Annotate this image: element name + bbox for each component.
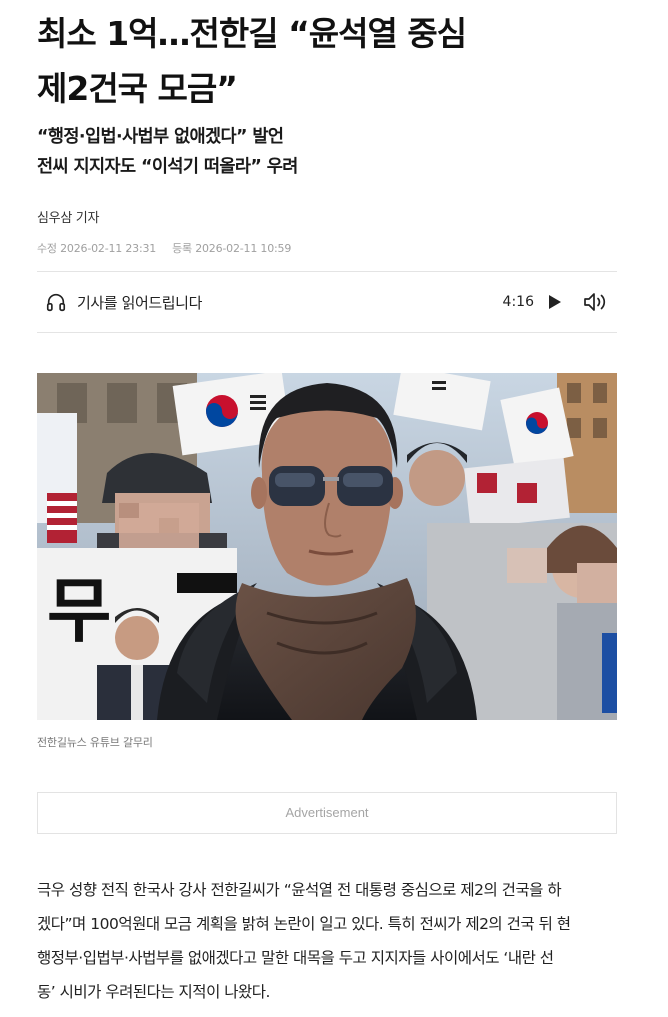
rally-photo-illustration: 무 [37, 373, 617, 720]
banner-text: 무 [47, 570, 111, 652]
body-line-2: 겠다”며 100억원대 모금 계획을 밝혀 논란이 일고 있다. 특히 전씨가 … [37, 915, 571, 933]
article: 최소 1억…전한길 “윤석열 중심 제2건국 모금” “행정·입법·사법부 없애… [0, 0, 668, 1017]
advertisement-slot[interactable]: Advertisement [37, 792, 617, 834]
byline[interactable]: 심우삼 기자 [37, 207, 99, 226]
headphone-icon [46, 293, 66, 312]
article-photo[interactable]: 무 [37, 373, 617, 720]
body-line-4: 동’ 시비가 우려된다는 지적이 나왔다. [37, 983, 270, 1001]
tts-player[interactable]: 기사를 읽어드립니다 4:16 [37, 271, 617, 333]
body-line-1: 극우 성향 전직 한국사 강사 전한길씨가 “윤석열 전 대통령 중심으로 제2… [37, 881, 562, 899]
registered-date: 등록 2026-02-11 10:59 [172, 242, 292, 255]
headline: 최소 1억…전한길 “윤석열 중심 제2건국 모금” [37, 6, 627, 116]
headline-line-2: 제2건국 모금” [37, 69, 238, 108]
volume-icon[interactable] [583, 291, 609, 313]
tts-duration: 4:16 [502, 294, 534, 310]
headline-line-1: 최소 1억…전한길 “윤석열 중심 [37, 14, 467, 53]
tts-label: 기사를 읽어드립니다 [77, 294, 202, 312]
subheadline: “행정·입법·사법부 없애겠다” 발언 전씨 지지자도 “이석기 떠올라” 우려 [37, 122, 627, 182]
body-line-3: 행정부·입법부·사법부를 없애겠다고 말한 대목을 두고 지지자들 사이에서도 … [37, 949, 554, 967]
photo-caption: 전한길뉴스 유튜브 갈무리 [37, 736, 153, 749]
article-dates: 수정 2026-02-11 23:31 등록 2026-02-11 10:59 [37, 240, 291, 256]
play-icon[interactable] [548, 294, 562, 310]
article-body: 극우 성향 전직 한국사 강사 전한길씨가 “윤석열 전 대통령 중심으로 제2… [37, 873, 617, 1009]
modified-date: 수정 2026-02-11 23:31 [37, 242, 157, 255]
subhead-line-1: “행정·입법·사법부 없애겠다” 발언 [37, 127, 284, 147]
subhead-line-2: 전씨 지지자도 “이석기 떠올라” 우려 [37, 157, 298, 177]
